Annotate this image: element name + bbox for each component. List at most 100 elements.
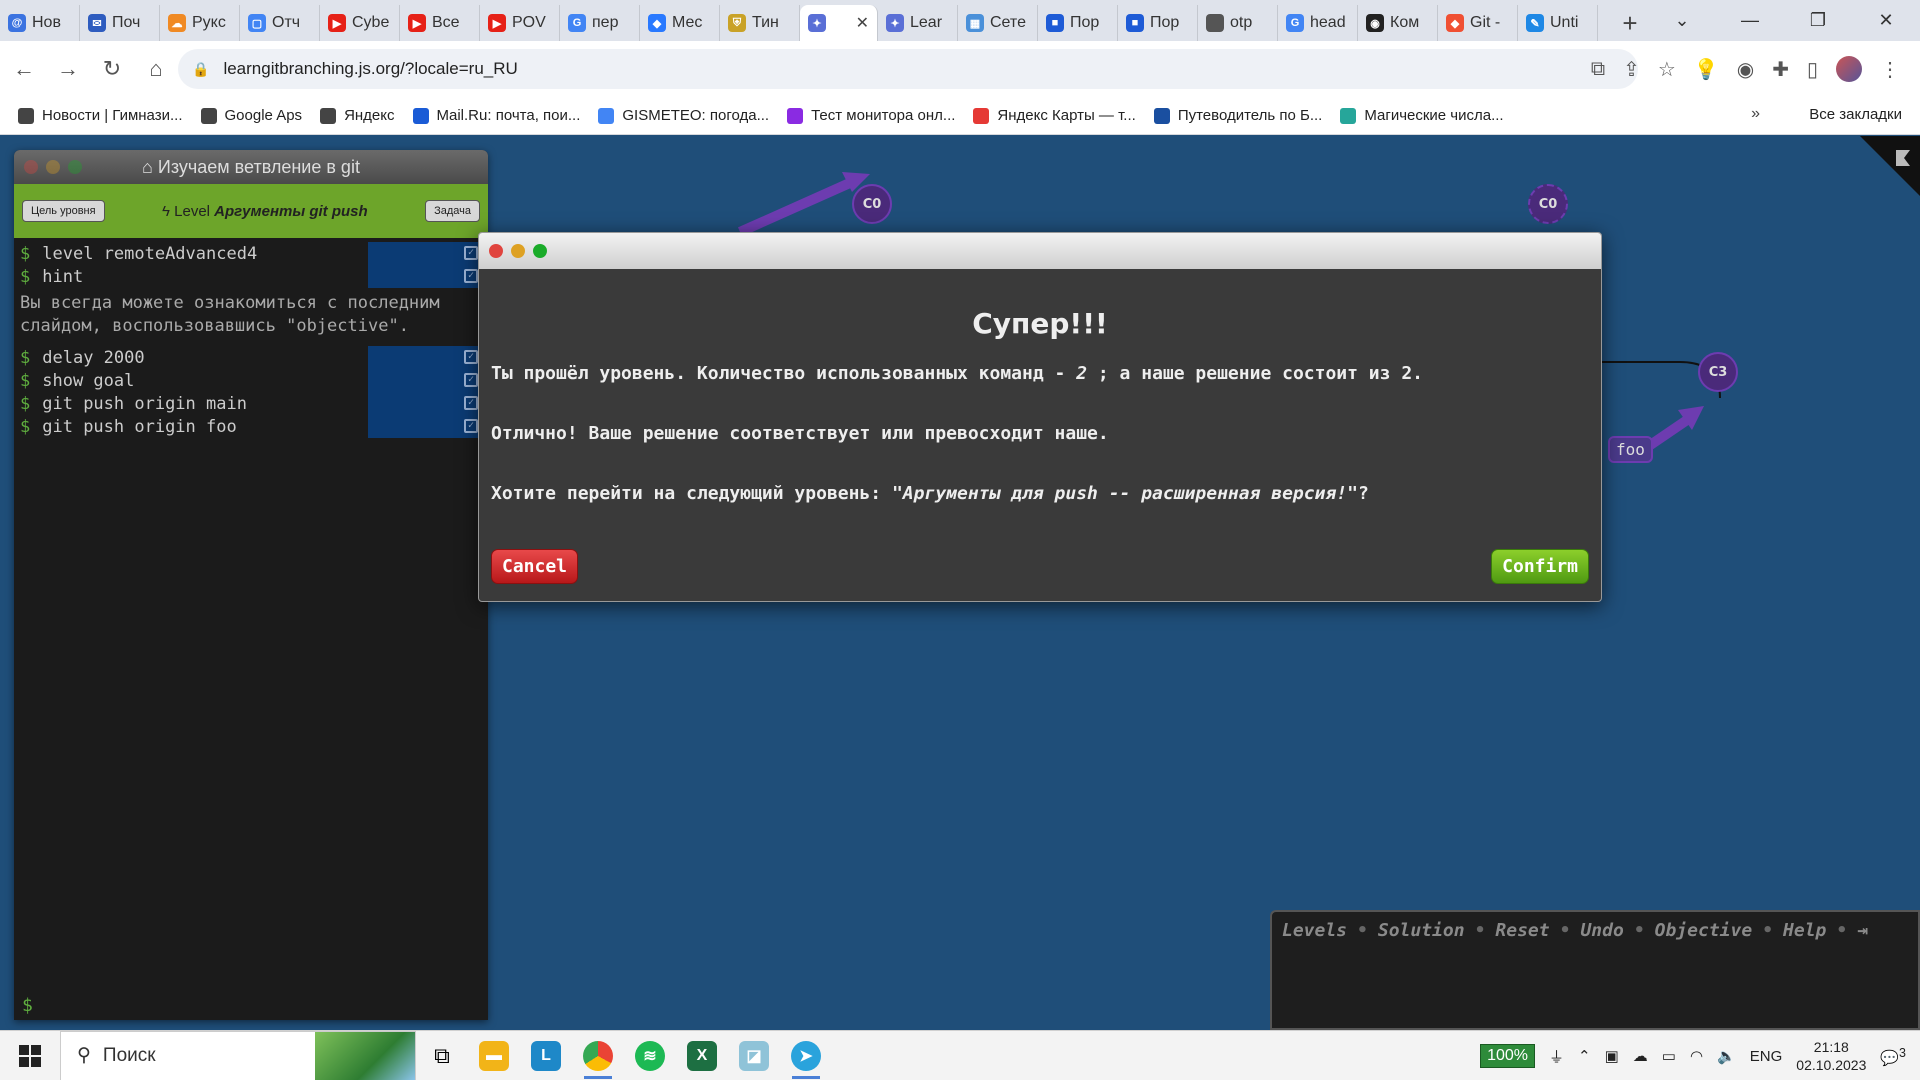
bookmark-item[interactable]: Яндекс Карты — т... — [973, 107, 1136, 124]
bookmark-item[interactable]: Яндекс — [320, 107, 395, 124]
taskbar-search[interactable]: ⚲ Поиск — [60, 1030, 416, 1080]
bookmark-item[interactable]: Магические числа... — [1340, 107, 1504, 124]
cancel-button[interactable]: Cancel — [491, 549, 579, 584]
browser-tab[interactable]: ◉ Ком — [1358, 5, 1438, 41]
minimize-button[interactable]: — — [1716, 10, 1784, 31]
wifi-icon[interactable]: ◠ — [1690, 1047, 1703, 1065]
browser-tab[interactable]: ■ Пор — [1038, 5, 1118, 41]
forward-button[interactable]: → — [48, 49, 88, 89]
bookmark-item[interactable]: Тест монитора онл... — [787, 107, 955, 124]
browser-tab[interactable]: ◆ Git - — [1438, 5, 1518, 41]
tab-close-icon[interactable]: ✕ — [856, 13, 869, 33]
browser-tab[interactable]: @ Нов — [0, 5, 80, 41]
commit-node[interactable]: C0 — [852, 184, 892, 224]
branch-label[interactable]: foo — [1608, 436, 1653, 463]
help-link[interactable]: Help — [1783, 920, 1826, 941]
taskbar-telegram[interactable]: ➤ — [780, 1031, 832, 1080]
browser-tab[interactable]: ✉ Поч — [80, 5, 160, 41]
browser-tab[interactable]: ⛨ Тин — [720, 5, 800, 41]
tab-search-icon[interactable]: ⌄ — [1648, 10, 1716, 31]
taskbar-excel[interactable]: X — [676, 1031, 728, 1080]
shield-extension-icon[interactable]: ◉ — [1737, 57, 1754, 82]
bulb-extension-icon[interactable]: 💡 — [1694, 57, 1719, 82]
taskbar-app-glass[interactable]: ◪ — [728, 1031, 780, 1080]
close-window-button[interactable]: ✕ — [1852, 10, 1920, 31]
clock[interactable]: 21:18 02.10.2023 — [1796, 1038, 1866, 1074]
browser-tab[interactable]: ▶ Все — [400, 5, 480, 41]
tray-chevron-icon[interactable]: ⌃ — [1578, 1047, 1591, 1065]
home-button[interactable]: ⌂ — [136, 49, 176, 89]
command-prompt[interactable]: $ — [22, 995, 33, 1016]
notifications-icon[interactable]: 💬3 — [1880, 1046, 1906, 1067]
browser-tab[interactable]: ▶ Cybe — [320, 5, 400, 41]
sidepanel-icon[interactable]: ▯ — [1807, 57, 1818, 82]
bookmark-item[interactable]: GISMETEO: погода... — [598, 107, 769, 124]
browser-tab[interactable]: Gпер — [560, 5, 640, 41]
confirm-button[interactable]: Confirm — [1491, 549, 1589, 584]
browser-tab[interactable]: Ghead — [1278, 5, 1358, 41]
commit-node[interactable]: C3 — [1698, 352, 1738, 392]
bookmark-item[interactable]: Google Aps — [200, 107, 303, 124]
tab-active[interactable]: ✦ ✕ — [800, 5, 878, 41]
dialog-titlebar[interactable] — [479, 233, 1601, 269]
bookmark-item[interactable]: Mail.Ru: почта, пои... — [412, 107, 580, 124]
bookmark-star-icon[interactable]: ☆ — [1658, 57, 1676, 82]
cloud-icon[interactable]: ☁ — [1633, 1047, 1648, 1065]
start-button[interactable] — [0, 1031, 60, 1080]
dollar-sign: $ — [20, 370, 31, 391]
browser-tab[interactable]: ▦ Сете — [958, 5, 1038, 41]
reset-link[interactable]: Reset — [1495, 920, 1549, 941]
solution-link[interactable]: Solution — [1378, 920, 1465, 941]
taskbar-spotify[interactable]: ≋ — [624, 1031, 676, 1080]
taskbar-chrome[interactable] — [572, 1031, 624, 1080]
corner-ribbon-icon[interactable] — [1860, 136, 1920, 196]
taskbar-explorer[interactable]: ▬ — [468, 1031, 520, 1080]
maximize-button[interactable]: ❐ — [1784, 10, 1852, 31]
reload-button[interactable]: ↻ — [92, 49, 132, 89]
bookmark-label: Google Aps — [224, 107, 303, 124]
browser-tab[interactable]: ▶ POV — [480, 5, 560, 41]
share-icon[interactable]: ⇪ — [1623, 57, 1640, 82]
zoom-light-icon[interactable] — [533, 244, 547, 258]
extensions-icon[interactable]: ✚ — [1772, 57, 1789, 82]
level-complete-dialog: Супер!!! Ты прошёл уровень. Количество и… — [478, 232, 1602, 602]
volume-icon[interactable]: 🔈 — [1717, 1047, 1736, 1065]
back-button[interactable]: ← — [4, 49, 44, 89]
translate-icon[interactable]: ⧉ — [1591, 58, 1605, 81]
tab-favicon-icon: ✉ — [88, 14, 106, 32]
address-input[interactable]: 🔒 learngitbranching.js.org/?locale=ru_RU — [178, 49, 1638, 89]
battery-percent[interactable]: 100% — [1480, 1044, 1536, 1068]
device-icon[interactable]: ▣ — [1605, 1047, 1619, 1065]
taskbar-app-l[interactable]: L — [520, 1031, 572, 1080]
level-goal-button[interactable]: Цель уровня — [22, 200, 105, 222]
bookmark-item[interactable]: Путеводитель по Б... — [1153, 107, 1322, 124]
plug-icon: ⏚ — [1549, 1048, 1565, 1066]
profile-avatar[interactable] — [1836, 56, 1862, 82]
browser-tab[interactable]: ✎ Unti — [1518, 5, 1598, 41]
objective-link[interactable]: Objective — [1655, 920, 1753, 941]
menu-icon[interactable]: ⋮ — [1880, 57, 1900, 82]
language-indicator[interactable]: ENG — [1750, 1048, 1783, 1065]
task-view-button[interactable]: ⧉ — [416, 1031, 468, 1080]
bookmarks-overflow-icon[interactable]: » — [1751, 105, 1760, 123]
new-tab-button[interactable]: + — [1612, 5, 1648, 41]
commit-node-goal[interactable]: C0 — [1528, 184, 1568, 224]
exit-icon[interactable]: ⇥ — [1857, 920, 1868, 941]
battery-icon[interactable]: ▭ — [1662, 1047, 1676, 1065]
minimize-light-icon[interactable] — [511, 244, 525, 258]
lock-icon[interactable]: 🔒 — [192, 61, 209, 78]
levels-link[interactable]: Levels — [1282, 920, 1347, 941]
command-panel-titlebar[interactable]: ⌂ Изучаем ветвление в git — [14, 150, 488, 184]
browser-tab[interactable]: otp — [1198, 5, 1278, 41]
bookmark-favicon-icon — [973, 107, 990, 124]
task-button[interactable]: Задача — [425, 200, 480, 222]
browser-tab[interactable]: ■ Пор — [1118, 5, 1198, 41]
browser-tab[interactable]: ▢ Отч — [240, 5, 320, 41]
undo-link[interactable]: Undo — [1580, 920, 1623, 941]
browser-tab[interactable]: ☁ Рукс — [160, 5, 240, 41]
close-light-icon[interactable] — [489, 244, 503, 258]
browser-tab[interactable]: ◆ Мес — [640, 5, 720, 41]
browser-tab[interactable]: ✦ Lear — [878, 5, 958, 41]
all-bookmarks-folder[interactable]: Все закладки — [1801, 106, 1902, 123]
bookmark-item[interactable]: Новости | Гимнази... — [18, 107, 183, 124]
